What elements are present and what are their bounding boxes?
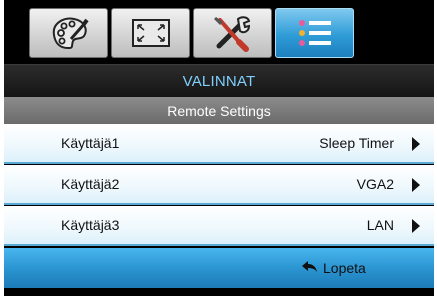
menu-title: VALINNAT bbox=[4, 64, 434, 97]
tab-image[interactable] bbox=[29, 8, 108, 58]
tab-display[interactable] bbox=[111, 8, 190, 58]
row-label: Käyttäjä2 bbox=[61, 176, 120, 192]
settings-list: Käyttäjä1 Sleep Timer Käyttäjä2 VGA2 Käy… bbox=[4, 124, 434, 248]
screen-resize-icon bbox=[129, 17, 173, 49]
exit-button[interactable]: Lopeta bbox=[302, 260, 366, 276]
section-title: Remote Settings bbox=[4, 97, 434, 124]
row-value: LAN bbox=[366, 217, 394, 233]
chevron-right-icon bbox=[412, 137, 420, 151]
tab-options[interactable] bbox=[275, 8, 354, 58]
palette-icon bbox=[48, 15, 90, 51]
tools-icon bbox=[211, 14, 255, 52]
list-item-user3[interactable]: Käyttäjä3 LAN bbox=[4, 206, 434, 246]
row-value: Sleep Timer bbox=[319, 135, 394, 151]
list-item-user2[interactable]: Käyttäjä2 VGA2 bbox=[4, 165, 434, 205]
exit-label: Lopeta bbox=[323, 260, 366, 276]
chevron-right-icon bbox=[412, 178, 420, 192]
tab-bar bbox=[4, 0, 434, 64]
list-icon bbox=[295, 17, 335, 49]
chevron-right-icon bbox=[412, 219, 420, 233]
tab-settings[interactable] bbox=[193, 8, 272, 58]
row-label: Käyttäjä1 bbox=[61, 135, 120, 151]
footer-bar: Lopeta bbox=[4, 248, 434, 288]
return-arrow-icon bbox=[302, 260, 318, 276]
osd-menu: VALINNAT Remote Settings Käyttäjä1 Sleep… bbox=[4, 0, 434, 296]
row-value: VGA2 bbox=[356, 176, 394, 192]
row-label: Käyttäjä3 bbox=[61, 217, 120, 233]
list-item-user1[interactable]: Käyttäjä1 Sleep Timer bbox=[4, 124, 434, 164]
